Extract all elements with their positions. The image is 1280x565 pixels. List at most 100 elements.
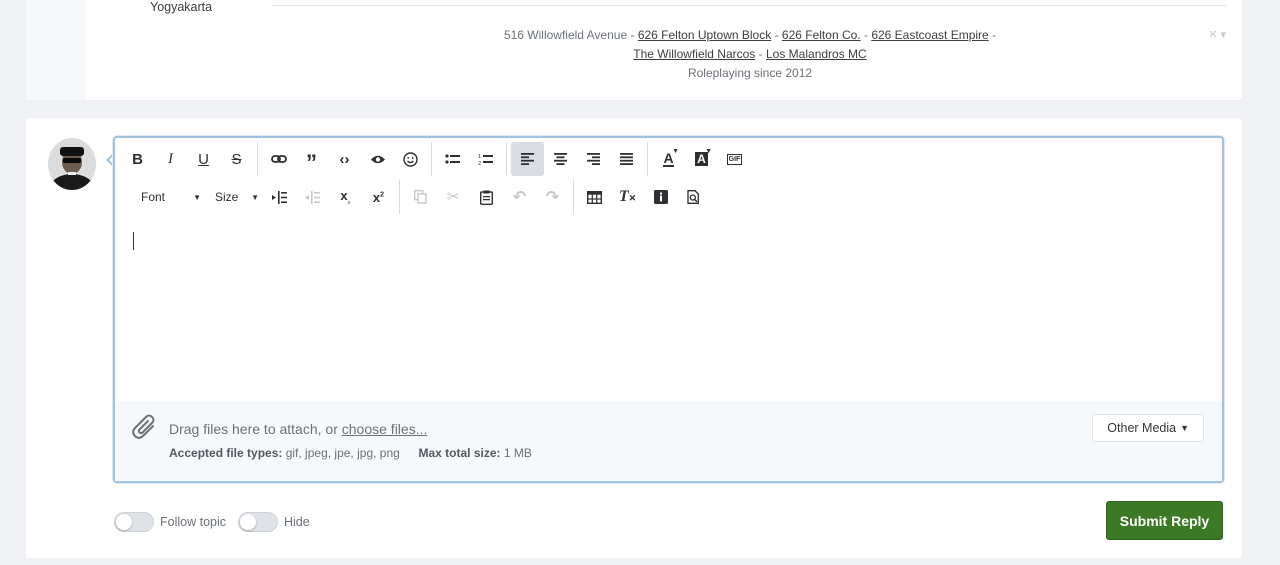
signature-link-los-malandros[interactable]: Los Malandros MC — [766, 47, 867, 61]
superscript-icon: x2 — [372, 189, 385, 205]
table-button[interactable] — [578, 180, 611, 214]
strikethrough-button[interactable]: S — [220, 142, 253, 176]
preview-button[interactable] — [677, 180, 710, 214]
text-color-button[interactable]: A ▼ — [652, 142, 685, 176]
subscript-icon: x₂ — [340, 188, 351, 206]
underline-button[interactable]: U — [187, 142, 220, 176]
eye-icon — [370, 155, 385, 163]
align-justify-icon — [620, 153, 633, 165]
scissors-icon: ✂ — [446, 189, 461, 206]
emoji-button[interactable] — [394, 142, 427, 176]
subscript-button[interactable]: x₂ — [329, 180, 362, 214]
follow-topic-toggle[interactable] — [114, 512, 154, 532]
font-dropdown[interactable]: Font ▼ — [121, 180, 211, 214]
align-right-icon — [587, 153, 600, 165]
user-location: Yogyakarta — [150, 0, 213, 14]
attachment-constraints: Accepted file types: gif, jpeg, jpe, jpg… — [169, 446, 532, 460]
bullet-list-icon — [445, 154, 460, 164]
clipboard-icon — [480, 190, 493, 205]
signature-collapse-icon[interactable]: ✕ ▾ — [1208, 28, 1226, 41]
follow-topic-label: Follow topic — [160, 515, 226, 529]
background-color-button[interactable]: A ▼ — [685, 142, 718, 176]
editor-content-area[interactable] — [115, 222, 1222, 402]
svg-text:2: 2 — [478, 161, 481, 166]
copy-button[interactable] — [404, 180, 437, 214]
bold-button[interactable]: B — [121, 142, 154, 176]
clear-format-icon: T✕ — [618, 188, 637, 205]
editor-toolbar-row-1: B I U S ” ‹› 12 A ▼ A ▼ GIF — [121, 142, 751, 176]
indent-button[interactable] — [263, 180, 296, 214]
redo-button[interactable]: ↷ — [536, 180, 569, 214]
size-dropdown[interactable]: Size ▼ — [211, 180, 263, 214]
signature-link-uptown-block[interactable]: 626 Felton Uptown Block — [638, 28, 771, 42]
align-center-icon — [554, 153, 567, 165]
reply-options: Follow topic Hide — [114, 512, 322, 532]
quote-button[interactable]: ” — [295, 142, 328, 176]
signature: 516 Willowfield Avenue - 626 Felton Upto… — [272, 26, 1228, 83]
previous-post: Yogyakarta 516 Willowfield Avenue - 626 … — [26, 0, 1242, 100]
chevron-down-icon: ▼ — [193, 192, 201, 202]
avatar[interactable] — [48, 138, 96, 190]
align-left-icon — [521, 153, 534, 165]
redo-icon: ↷ — [545, 189, 560, 206]
signature-link-eastcoast-empire[interactable]: 626 Eastcoast Empire — [871, 28, 988, 42]
link-icon — [270, 155, 287, 163]
attachment-area[interactable]: Drag files here to attach, or choose fil… — [115, 401, 1222, 481]
align-center-button[interactable] — [544, 142, 577, 176]
info-icon — [653, 190, 668, 204]
svg-text:1: 1 — [478, 154, 481, 160]
editor-toolbar-row-2: Font ▼ Size ▼ x₂ x2 ✂ ↶ ↷ T✕ — [121, 180, 710, 214]
choose-files-link[interactable]: choose files... — [342, 421, 428, 437]
strikethrough-icon: S — [231, 150, 242, 168]
hide-toggle[interactable] — [238, 512, 278, 532]
spoiler-button[interactable] — [361, 142, 394, 176]
submit-reply-button[interactable]: Submit Reply — [1106, 501, 1223, 540]
bullet-list-button[interactable] — [436, 142, 469, 176]
underline-icon: U — [198, 150, 209, 168]
cut-button[interactable]: ✂ — [437, 180, 470, 214]
chevron-down-icon: ▼ — [672, 148, 679, 155]
link-button[interactable] — [262, 142, 295, 176]
superscript-button[interactable]: x2 — [362, 180, 395, 214]
align-justify-button[interactable] — [610, 142, 643, 176]
previous-post-user-column — [26, 0, 86, 100]
numbered-list-button[interactable]: 12 — [469, 142, 502, 176]
align-right-button[interactable] — [577, 142, 610, 176]
signature-link-willowfield-narcos[interactable]: The Willowfield Narcos — [633, 47, 755, 61]
outdent-button[interactable] — [296, 180, 329, 214]
signature-address: 516 Willowfield Avenue — [503, 28, 628, 42]
copy-icon — [414, 190, 427, 204]
smile-icon — [403, 151, 418, 167]
code-button[interactable]: ‹› — [328, 142, 361, 176]
other-media-button[interactable]: Other Media ▼ — [1092, 414, 1204, 442]
gif-button[interactable]: GIF — [718, 142, 751, 176]
info-button[interactable] — [644, 180, 677, 214]
signature-link-felton-co[interactable]: 626 Felton Co. — [782, 28, 861, 42]
quote-icon: ” — [306, 150, 317, 175]
preview-icon — [687, 190, 699, 204]
indent-icon — [272, 190, 287, 204]
undo-button[interactable]: ↶ — [503, 180, 536, 214]
reply-editor[interactable]: B I U S ” ‹› 12 A ▼ A ▼ GIF Font ▼ Size … — [113, 136, 1224, 483]
signature-tagline: Roleplaying since 2012 — [687, 66, 813, 80]
hide-label: Hide — [284, 515, 310, 529]
remove-format-button[interactable]: T✕ — [611, 180, 644, 214]
numbered-list-icon: 12 — [478, 154, 493, 166]
quick-reply: B I U S ” ‹› 12 A ▼ A ▼ GIF Font ▼ Size … — [26, 118, 1242, 558]
code-icon: ‹› — [339, 150, 350, 168]
align-left-button[interactable] — [511, 142, 544, 176]
paste-button[interactable] — [470, 180, 503, 214]
outdent-icon — [305, 190, 320, 204]
chevron-down-icon: ▼ — [251, 192, 259, 202]
bold-icon: B — [132, 150, 143, 168]
signature-divider — [272, 5, 1228, 6]
gif-icon: GIF — [726, 153, 743, 165]
chevron-down-icon: ▼ — [1180, 423, 1189, 433]
text-cursor — [133, 232, 134, 250]
drag-drop-hint: Drag files here to attach, or choose fil… — [169, 421, 428, 437]
italic-button[interactable]: I — [154, 142, 187, 176]
chevron-down-icon: ▼ — [705, 148, 712, 155]
table-icon — [587, 190, 602, 204]
italic-icon: I — [168, 150, 173, 167]
paperclip-icon — [131, 413, 159, 441]
